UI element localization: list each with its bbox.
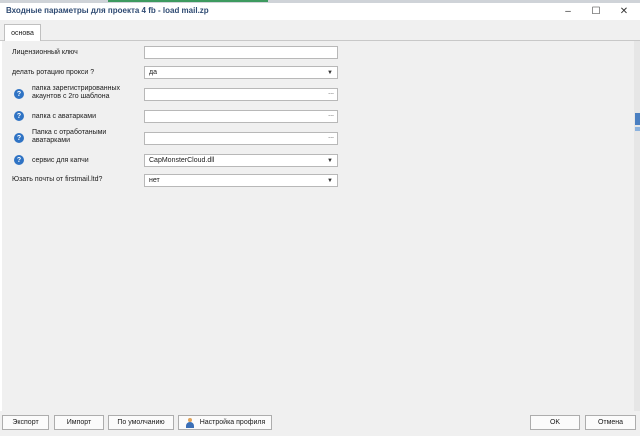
cancel-button[interactable]: Отмена bbox=[585, 415, 636, 430]
side-scrollbar[interactable] bbox=[634, 41, 640, 411]
registered-accounts-folder-label: папка зарегистрированных акаунтов с 2го … bbox=[32, 85, 120, 100]
proxy-rotation-dropdown[interactable]: да ▼ bbox=[144, 66, 338, 79]
window-title: Входные параметры для проекта 4 fb - loa… bbox=[6, 6, 209, 15]
processed-avatars-folder-label: Папка с отработаными аватарками bbox=[32, 129, 107, 144]
tab-osnova[interactable]: основа bbox=[4, 24, 41, 41]
dialog-window: Входные параметры для проекта 4 fb - loa… bbox=[0, 0, 640, 436]
browse-button[interactable]: ... bbox=[328, 133, 334, 140]
user-profile-icon bbox=[185, 417, 195, 428]
ok-button[interactable]: OK bbox=[530, 415, 580, 430]
help-icon[interactable]: ? bbox=[14, 133, 24, 143]
proxy-rotation-value: да bbox=[149, 69, 157, 76]
license-key-input[interactable] bbox=[144, 46, 338, 59]
close-button[interactable]: ✕ bbox=[610, 3, 638, 19]
proxy-rotation-label: делать ротацию прокси ? bbox=[12, 69, 95, 76]
processed-avatars-folder-input[interactable]: ... bbox=[144, 132, 338, 145]
browse-button[interactable]: ... bbox=[328, 89, 334, 96]
registered-accounts-folder-input[interactable]: ... bbox=[144, 88, 338, 101]
help-icon[interactable]: ? bbox=[14, 89, 24, 99]
maximize-button[interactable]: ☐ bbox=[582, 3, 610, 19]
avatars-folder-label: папка с аватарками bbox=[32, 113, 96, 120]
title-bar: Входные параметры для проекта 4 fb - loa… bbox=[0, 3, 640, 19]
captcha-service-dropdown[interactable]: CapMonsterCloud.dll ▼ bbox=[144, 154, 338, 167]
license-key-label: Лицензионный ключ bbox=[12, 49, 78, 56]
parameters-panel: Лицензионный ключ делать ротацию прокси … bbox=[2, 41, 634, 411]
scrollbar-marker bbox=[635, 113, 640, 125]
firstmail-label: Юзать почты от firstmail.ltd? bbox=[12, 176, 103, 183]
firstmail-dropdown[interactable]: нет ▼ bbox=[144, 174, 338, 187]
scrollbar-marker-secondary bbox=[635, 127, 640, 131]
chevron-down-icon: ▼ bbox=[327, 70, 333, 76]
help-icon[interactable]: ? bbox=[14, 155, 24, 165]
avatars-folder-input[interactable]: ... bbox=[144, 110, 338, 123]
firstmail-value: нет bbox=[149, 177, 160, 184]
profile-settings-label: Настройка профиля bbox=[199, 419, 266, 426]
default-button[interactable]: По умолчанию bbox=[108, 415, 174, 430]
export-button[interactable]: Экспорт bbox=[2, 415, 49, 430]
profile-settings-button[interactable]: Настройка профиля bbox=[178, 415, 272, 430]
top-strip-accent bbox=[108, 0, 268, 2]
chevron-down-icon: ▼ bbox=[327, 178, 333, 184]
captcha-service-value: CapMonsterCloud.dll bbox=[149, 157, 215, 164]
help-icon[interactable]: ? bbox=[14, 111, 24, 121]
import-button[interactable]: Импорт bbox=[54, 415, 104, 430]
minimize-button[interactable]: – bbox=[554, 3, 582, 19]
tab-bar: основа bbox=[0, 20, 640, 41]
browse-button[interactable]: ... bbox=[328, 111, 334, 118]
captcha-service-label: сервис для капчи bbox=[32, 157, 89, 164]
chevron-down-icon: ▼ bbox=[327, 158, 333, 164]
